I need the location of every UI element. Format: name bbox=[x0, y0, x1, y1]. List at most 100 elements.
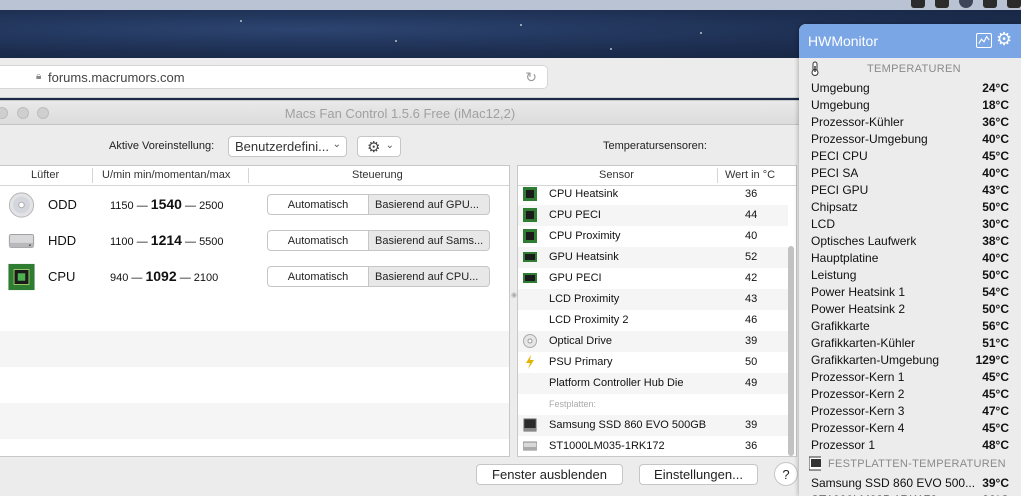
hwmonitor-menu-icon[interactable] bbox=[911, 0, 925, 8]
temperature-row: Umgebung 24°C bbox=[799, 79, 1021, 96]
chip-icon bbox=[523, 229, 537, 243]
fan-row: CPU 940 — 1092 — 2100 Automatisch Basier… bbox=[0, 259, 509, 295]
splitter-handle[interactable]: ◉ bbox=[511, 291, 517, 299]
sensor-value: 39 bbox=[745, 419, 758, 431]
temperature-value: 45°C bbox=[982, 421, 1009, 435]
sensor-name: Platform Controller Hub Die bbox=[549, 377, 684, 389]
temperature-value: 24°C bbox=[982, 81, 1009, 95]
speed-column-header[interactable]: U/min min/momentan/max bbox=[102, 169, 230, 181]
temperature-name: Umgebung bbox=[811, 98, 870, 112]
temperature-row: Power Heatsink 2 50°C bbox=[799, 300, 1021, 317]
temperature-name: PECI CPU bbox=[811, 149, 868, 163]
automatic-button[interactable]: Automatisch bbox=[267, 230, 369, 251]
extra-menu-icon[interactable] bbox=[1007, 0, 1021, 8]
sensor-value: 50 bbox=[745, 356, 758, 368]
sensor-row[interactable]: CPU Heatsink 36 bbox=[518, 184, 788, 205]
fan-speed: 1100 — 1214 — 5500 bbox=[110, 232, 224, 248]
fan-table-header: Lüfter U/min min/momentan/max Steuerung bbox=[0, 166, 509, 186]
help-button[interactable]: ? bbox=[774, 462, 798, 486]
preset-gear-button[interactable]: ⚙ ⌄ bbox=[357, 136, 401, 157]
sensor-name: CPU Heatsink bbox=[549, 188, 619, 200]
sensor-column-header[interactable]: Sensor bbox=[599, 169, 634, 181]
sensor-name: LCD Proximity bbox=[549, 293, 620, 305]
automatic-button[interactable]: Automatisch bbox=[267, 266, 369, 287]
sensor-row[interactable]: GPU Heatsink 52 bbox=[518, 247, 788, 268]
sensor-row[interactable]: Platform Controller Hub Die 49 bbox=[518, 373, 788, 394]
sensor-row[interactable]: Optical Drive 39 bbox=[518, 331, 788, 352]
browser-toolbar: 🔒︎ forums.macrumors.com ↻ bbox=[0, 58, 800, 98]
shield-menu-icon[interactable] bbox=[983, 0, 997, 8]
temperature-name: Prozessor-Kühler bbox=[811, 115, 904, 129]
sensor-row[interactable]: CPU Proximity 40 bbox=[518, 226, 788, 247]
sensor-row[interactable]: CPU PECI 44 bbox=[518, 205, 788, 226]
user-menu-icon[interactable] bbox=[959, 0, 973, 8]
sensor-row[interactable]: LCD Proximity 2 46 bbox=[518, 310, 788, 331]
lightning-icon bbox=[526, 355, 534, 369]
sensor-name: LCD Proximity 2 bbox=[549, 314, 629, 326]
disks-group-label: Festplatten: bbox=[549, 399, 597, 409]
preset-select[interactable]: Benutzerdefini... ⌄ bbox=[228, 136, 347, 157]
sensor-row[interactable]: Samsung SSD 860 EVO 500GB 39 bbox=[518, 415, 788, 436]
graph-icon[interactable] bbox=[976, 33, 992, 48]
sensor-name: GPU PECI bbox=[549, 272, 602, 284]
temperature-value: 51°C bbox=[982, 336, 1009, 350]
sensor-name: ST1000LM035-1RK172 bbox=[549, 440, 665, 452]
settings-button[interactable]: Einstellungen... bbox=[639, 464, 758, 485]
thermometer-icon bbox=[811, 61, 819, 76]
fan-speed: 1150 — 1540 — 2500 bbox=[110, 196, 224, 212]
hwmonitor-header: HWMonitor ⚙ bbox=[799, 24, 1021, 58]
temperature-row: Prozessor-Kern 2 45°C bbox=[799, 385, 1021, 402]
sensor-based-button[interactable]: Basierend auf GPU... bbox=[369, 194, 490, 215]
sensor-value: 44 bbox=[745, 209, 758, 221]
temperature-row: Hauptplatine 40°C bbox=[799, 249, 1021, 266]
gear-icon: ⚙ bbox=[367, 139, 381, 156]
value-column-header[interactable]: Wert in °C bbox=[725, 169, 775, 181]
temperature-value: 54°C bbox=[982, 285, 1009, 299]
sensor-value: 40 bbox=[745, 230, 758, 242]
url-bar[interactable]: 🔒︎ forums.macrumors.com ↻ bbox=[0, 65, 548, 89]
temperature-value: 30°C bbox=[982, 217, 1009, 231]
hide-window-button[interactable]: Fenster ausblenden bbox=[476, 464, 623, 485]
sensor-name: Samsung SSD 860 EVO 500GB bbox=[549, 419, 707, 431]
chevron-down-icon: ⌄ bbox=[332, 139, 341, 150]
sensor-row[interactable]: LCD Proximity 43 bbox=[518, 289, 788, 310]
sensor-row[interactable]: GPU PECI 42 bbox=[518, 268, 788, 289]
menu-bar-status-icons bbox=[911, 0, 1021, 8]
sensor-value: 39 bbox=[745, 335, 758, 347]
disc-icon bbox=[523, 334, 537, 348]
temperature-value: 40°C bbox=[982, 166, 1009, 180]
sensor-value: 36 bbox=[745, 440, 758, 452]
temperature-name: Power Heatsink 1 bbox=[811, 285, 906, 299]
sensor-row[interactable]: ST1000LM035-1RK172 36 bbox=[518, 436, 788, 456]
temperature-value: 36°C bbox=[982, 115, 1009, 129]
gear-icon[interactable]: ⚙ bbox=[996, 29, 1012, 50]
reload-icon[interactable]: ↻ bbox=[525, 69, 537, 86]
sensor-based-button[interactable]: Basierend auf CPU... bbox=[369, 266, 490, 287]
automatic-button[interactable]: Automatisch bbox=[267, 194, 369, 215]
temperature-name: Hauptplatine bbox=[811, 251, 879, 265]
temperature-name: Prozessor-Umgebung bbox=[811, 132, 928, 146]
dropbox-menu-icon[interactable] bbox=[935, 0, 949, 8]
temperature-row: LCD 30°C bbox=[799, 215, 1021, 232]
hdd-icon bbox=[523, 441, 537, 451]
temperatures-section-header: TEMPERATUREN bbox=[799, 60, 1021, 77]
sensor-value: 52 bbox=[745, 251, 758, 263]
temperature-row: Power Heatsink 1 54°C bbox=[799, 283, 1021, 300]
temperature-name: LCD bbox=[811, 217, 836, 231]
temperature-row: Grafikkarten-Umgebung 129°C bbox=[799, 351, 1021, 368]
temperature-row: Optisches Laufwerk 38°C bbox=[799, 232, 1021, 249]
temperature-row: PECI SA 40°C bbox=[799, 164, 1021, 181]
control-column-header[interactable]: Steuerung bbox=[352, 169, 403, 181]
preset-value: Benutzerdefini... bbox=[235, 139, 329, 154]
sensor-value: 42 bbox=[745, 272, 758, 284]
sensor-scrollbar[interactable] bbox=[788, 246, 794, 456]
disk-temperature-row: Samsung SSD 860 EVO 500... 39°C bbox=[799, 474, 1021, 491]
temperature-name: Prozessor-Kern 3 bbox=[811, 404, 905, 418]
preset-label: Aktive Voreinstellung: bbox=[109, 140, 215, 152]
hwmonitor-title: HWMonitor bbox=[808, 33, 879, 49]
sensor-row[interactable]: PSU Primary 50 bbox=[518, 352, 788, 373]
temperature-row: PECI CPU 45°C bbox=[799, 147, 1021, 164]
fan-column-header[interactable]: Lüfter bbox=[31, 169, 59, 181]
sensor-based-button[interactable]: Basierend auf Sams... bbox=[369, 230, 490, 251]
temperature-name: Grafikkarten-Kühler bbox=[811, 336, 916, 350]
